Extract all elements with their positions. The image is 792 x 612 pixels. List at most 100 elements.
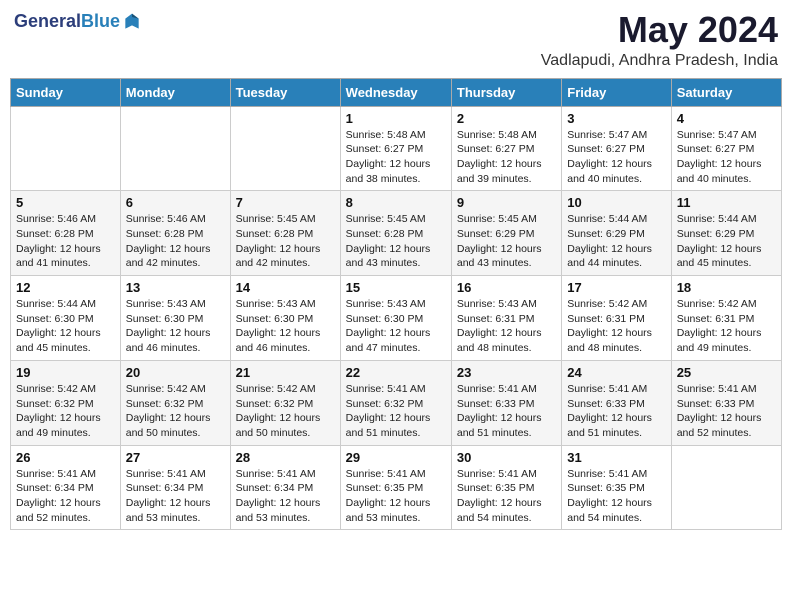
table-row: 12Sunrise: 5:44 AM Sunset: 6:30 PM Dayli… bbox=[11, 276, 121, 361]
page-container: GeneralBlue May 2024 Vadlapudi, Andhra P… bbox=[10, 10, 782, 530]
day-number: 27 bbox=[126, 450, 225, 465]
day-info: Sunrise: 5:48 AM Sunset: 6:27 PM Dayligh… bbox=[457, 128, 556, 187]
table-row: 10 Sunrise: 5:44 AM Sunset: 6:29 PM Dayli… bbox=[562, 191, 671, 276]
day-info: Sunrise: 5:44 AM Sunset: 6:29 PM Dayligh… bbox=[677, 212, 776, 271]
col-sunday: Sunday bbox=[11, 78, 121, 106]
day-number: 4 bbox=[677, 111, 776, 126]
day-number: 9 bbox=[457, 195, 556, 210]
calendar-header-row: Sunday Monday Tuesday Wednesday Thursday… bbox=[11, 78, 782, 106]
table-row: 14 Sunrise: 5:43 AM Sunset: 6:30 PM Dayli… bbox=[230, 276, 340, 361]
calendar-week-row: 12Sunrise: 5:44 AM Sunset: 6:30 PM Dayli… bbox=[11, 276, 782, 361]
day-number: 22 bbox=[346, 365, 446, 380]
day-number: 11 bbox=[677, 195, 776, 210]
logo-general: GeneralBlue bbox=[14, 10, 120, 33]
day-info: Sunrise: 5:42 AM Sunset: 6:31 PM Dayligh… bbox=[677, 297, 776, 356]
day-number: 26 bbox=[16, 450, 115, 465]
day-info: Sunrise: 5:45 AM Sunset: 6:28 PM Dayligh… bbox=[346, 212, 446, 271]
table-row: 8Sunrise: 5:45 AM Sunset: 6:28 PM Daylig… bbox=[340, 191, 451, 276]
table-row: 27 Sunrise: 5:41 AM Sunset: 6:34 PM Dayli… bbox=[120, 445, 230, 530]
day-number: 5 bbox=[16, 195, 115, 210]
table-row: 30Sunrise: 5:41 AM Sunset: 6:35 PM Dayli… bbox=[451, 445, 561, 530]
day-number: 21 bbox=[236, 365, 335, 380]
table-row: 18Sunrise: 5:42 AM Sunset: 6:31 PM Dayli… bbox=[671, 276, 781, 361]
day-info: Sunrise: 5:45 AM Sunset: 6:29 PM Dayligh… bbox=[457, 212, 556, 271]
day-info: Sunrise: 5:43 AM Sunset: 6:30 PM Dayligh… bbox=[126, 297, 225, 356]
day-number: 14 bbox=[236, 280, 335, 295]
day-info: Sunrise: 5:43 AM Sunset: 6:30 PM Dayligh… bbox=[346, 297, 446, 356]
table-row: 11 Sunrise: 5:44 AM Sunset: 6:29 PM Dayli… bbox=[671, 191, 781, 276]
day-number: 20 bbox=[126, 365, 225, 380]
day-info: Sunrise: 5:45 AM Sunset: 6:28 PM Dayligh… bbox=[236, 212, 335, 271]
table-row: 19 Sunrise: 5:42 AM Sunset: 6:32 PM Dayli… bbox=[11, 360, 121, 445]
title-section: May 2024 Vadlapudi, Andhra Pradesh, Indi… bbox=[541, 10, 778, 70]
col-monday: Monday bbox=[120, 78, 230, 106]
day-info: Sunrise: 5:42 AM Sunset: 6:32 PM Dayligh… bbox=[126, 382, 225, 441]
calendar-week-row: 19 Sunrise: 5:42 AM Sunset: 6:32 PM Dayli… bbox=[11, 360, 782, 445]
day-number: 28 bbox=[236, 450, 335, 465]
day-number: 24 bbox=[567, 365, 665, 380]
day-number: 25 bbox=[677, 365, 776, 380]
day-info: Sunrise: 5:41 AM Sunset: 6:34 PM Dayligh… bbox=[126, 467, 225, 526]
table-row: 1Sunrise: 5:48 AM Sunset: 6:27 PM Daylig… bbox=[340, 106, 451, 191]
day-number: 16 bbox=[457, 280, 556, 295]
day-info: Sunrise: 5:41 AM Sunset: 6:35 PM Dayligh… bbox=[346, 467, 446, 526]
col-wednesday: Wednesday bbox=[340, 78, 451, 106]
table-row: 6 Sunrise: 5:46 AM Sunset: 6:28 PM Daylig… bbox=[120, 191, 230, 276]
col-thursday: Thursday bbox=[451, 78, 561, 106]
day-info: Sunrise: 5:48 AM Sunset: 6:27 PM Dayligh… bbox=[346, 128, 446, 187]
table-row: 4 Sunrise: 5:47 AM Sunset: 6:27 PM Daylig… bbox=[671, 106, 781, 191]
table-row: 21 Sunrise: 5:42 AM Sunset: 6:32 PM Dayli… bbox=[230, 360, 340, 445]
day-info: Sunrise: 5:43 AM Sunset: 6:30 PM Dayligh… bbox=[236, 297, 335, 356]
subtitle: Vadlapudi, Andhra Pradesh, India bbox=[541, 52, 778, 70]
day-info: Sunrise: 5:41 AM Sunset: 6:33 PM Dayligh… bbox=[457, 382, 556, 441]
day-number: 10 bbox=[567, 195, 665, 210]
table-row: 31 Sunrise: 5:41 AM Sunset: 6:35 PM Dayli… bbox=[562, 445, 671, 530]
table-row: 15Sunrise: 5:43 AM Sunset: 6:30 PM Dayli… bbox=[340, 276, 451, 361]
table-row bbox=[120, 106, 230, 191]
day-number: 7 bbox=[236, 195, 335, 210]
day-number: 13 bbox=[126, 280, 225, 295]
day-info: Sunrise: 5:41 AM Sunset: 6:34 PM Dayligh… bbox=[16, 467, 115, 526]
calendar-table: Sunday Monday Tuesday Wednesday Thursday… bbox=[10, 78, 782, 531]
day-info: Sunrise: 5:42 AM Sunset: 6:32 PM Dayligh… bbox=[236, 382, 335, 441]
table-row: 13 Sunrise: 5:43 AM Sunset: 6:30 PM Dayli… bbox=[120, 276, 230, 361]
table-row: 20 Sunrise: 5:42 AM Sunset: 6:32 PM Dayli… bbox=[120, 360, 230, 445]
calendar-week-row: 26 Sunrise: 5:41 AM Sunset: 6:34 PM Dayli… bbox=[11, 445, 782, 530]
day-number: 19 bbox=[16, 365, 115, 380]
table-row bbox=[671, 445, 781, 530]
table-row: 23 Sunrise: 5:41 AM Sunset: 6:33 PM Dayli… bbox=[451, 360, 561, 445]
day-number: 29 bbox=[346, 450, 446, 465]
col-saturday: Saturday bbox=[671, 78, 781, 106]
day-info: Sunrise: 5:42 AM Sunset: 6:32 PM Dayligh… bbox=[16, 382, 115, 441]
day-info: Sunrise: 5:41 AM Sunset: 6:35 PM Dayligh… bbox=[457, 467, 556, 526]
day-info: Sunrise: 5:43 AM Sunset: 6:31 PM Dayligh… bbox=[457, 297, 556, 356]
logo-text: GeneralBlue bbox=[14, 10, 142, 33]
day-info: Sunrise: 5:41 AM Sunset: 6:35 PM Dayligh… bbox=[567, 467, 665, 526]
day-info: Sunrise: 5:41 AM Sunset: 6:33 PM Dayligh… bbox=[567, 382, 665, 441]
table-row: 5 Sunrise: 5:46 AM Sunset: 6:28 PM Daylig… bbox=[11, 191, 121, 276]
table-row: 16 Sunrise: 5:43 AM Sunset: 6:31 PM Dayli… bbox=[451, 276, 561, 361]
day-info: Sunrise: 5:46 AM Sunset: 6:28 PM Dayligh… bbox=[126, 212, 225, 271]
logo-icon bbox=[122, 12, 142, 32]
day-info: Sunrise: 5:46 AM Sunset: 6:28 PM Dayligh… bbox=[16, 212, 115, 271]
logo: GeneralBlue bbox=[14, 10, 142, 33]
day-info: Sunrise: 5:41 AM Sunset: 6:33 PM Dayligh… bbox=[677, 382, 776, 441]
day-number: 3 bbox=[567, 111, 665, 126]
day-info: Sunrise: 5:41 AM Sunset: 6:34 PM Dayligh… bbox=[236, 467, 335, 526]
calendar-week-row: 5 Sunrise: 5:46 AM Sunset: 6:28 PM Daylig… bbox=[11, 191, 782, 276]
day-number: 31 bbox=[567, 450, 665, 465]
day-info: Sunrise: 5:41 AM Sunset: 6:32 PM Dayligh… bbox=[346, 382, 446, 441]
table-row: 25 Sunrise: 5:41 AM Sunset: 6:33 PM Dayli… bbox=[671, 360, 781, 445]
day-info: Sunrise: 5:44 AM Sunset: 6:29 PM Dayligh… bbox=[567, 212, 665, 271]
table-row: 29 Sunrise: 5:41 AM Sunset: 6:35 PM Dayli… bbox=[340, 445, 451, 530]
day-number: 6 bbox=[126, 195, 225, 210]
table-row: 26 Sunrise: 5:41 AM Sunset: 6:34 PM Dayli… bbox=[11, 445, 121, 530]
table-row: 3 Sunrise: 5:47 AM Sunset: 6:27 PM Daylig… bbox=[562, 106, 671, 191]
table-row: 7 Sunrise: 5:45 AM Sunset: 6:28 PM Daylig… bbox=[230, 191, 340, 276]
day-number: 23 bbox=[457, 365, 556, 380]
header: GeneralBlue May 2024 Vadlapudi, Andhra P… bbox=[10, 10, 782, 70]
col-friday: Friday bbox=[562, 78, 671, 106]
day-info: Sunrise: 5:47 AM Sunset: 6:27 PM Dayligh… bbox=[567, 128, 665, 187]
day-number: 17 bbox=[567, 280, 665, 295]
day-info: Sunrise: 5:47 AM Sunset: 6:27 PM Dayligh… bbox=[677, 128, 776, 187]
